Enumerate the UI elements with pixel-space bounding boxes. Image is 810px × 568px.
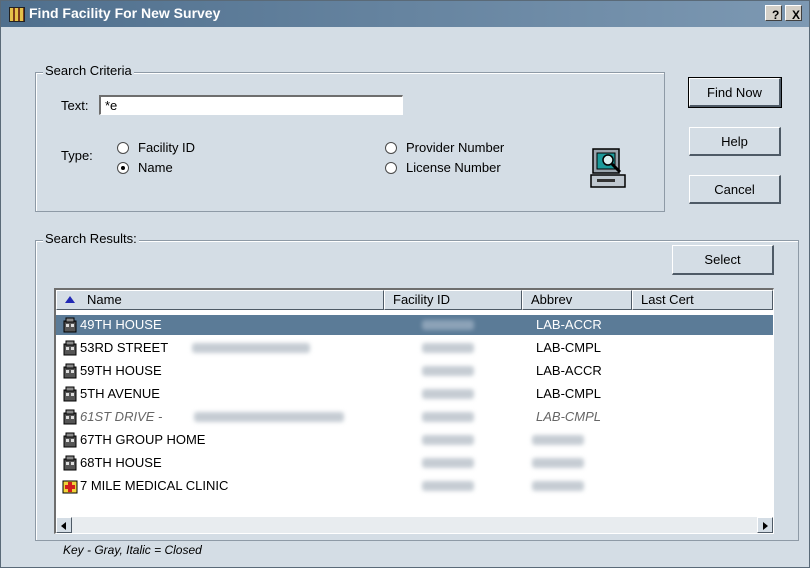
facility-name: 67TH GROUP HOME <box>80 432 206 447</box>
radio-provider-number[interactable]: Provider Number <box>385 140 504 155</box>
facility-name: 7 MILE MEDICAL CLINIC <box>80 478 229 493</box>
facility-name: 49TH HOUSE <box>80 317 162 332</box>
scroll-right-icon[interactable] <box>757 517 773 533</box>
closed-key-text: Key - Gray, Italic = Closed <box>63 543 202 557</box>
table-row[interactable]: 49TH HOUSE LAB-ACCR <box>56 315 773 335</box>
redacted-name-suffix <box>192 343 310 353</box>
scroll-left-icon[interactable] <box>56 517 72 533</box>
facility-abbrev: LAB-ACCR <box>536 363 602 378</box>
radio-label: License Number <box>406 160 501 175</box>
select-button[interactable]: Select <box>672 245 774 275</box>
facility-abbrev: LAB-CMPL <box>536 409 602 424</box>
redacted-facility-id <box>422 343 474 353</box>
radio-facility-id[interactable]: Facility ID <box>117 140 195 155</box>
search-results-legend: Search Results: <box>43 231 139 246</box>
help-title-button[interactable]: ? <box>765 5 782 22</box>
table-row[interactable]: 53RD STREET LAB-CMPL <box>56 338 773 358</box>
app-icon <box>9 7 25 22</box>
redacted-facility-id <box>422 320 474 330</box>
medical-clinic-icon <box>62 480 78 494</box>
building-icon <box>63 432 77 448</box>
find-facility-dialog: Find Facility For New Survey ? X Search … <box>0 0 810 568</box>
radio-button-selected[interactable] <box>117 161 129 174</box>
computer-search-icon <box>590 148 626 188</box>
search-text-input[interactable] <box>99 95 403 115</box>
redacted-facility-id <box>422 389 474 399</box>
building-icon <box>63 340 77 356</box>
sort-ascending-icon <box>65 296 75 303</box>
window-title: Find Facility For New Survey <box>29 5 221 21</box>
facility-abbrev: LAB-ACCR <box>536 317 602 332</box>
redacted-abbrev <box>532 458 584 468</box>
facility-abbrev: LAB-CMPL <box>536 386 602 401</box>
redacted-facility-id <box>422 366 474 376</box>
building-icon <box>63 363 77 379</box>
table-row[interactable]: 5TH AVENUE LAB-CMPL <box>56 384 773 404</box>
radio-button[interactable] <box>117 141 129 154</box>
facility-name: 59TH HOUSE <box>80 363 162 378</box>
radio-label: Name <box>138 160 173 175</box>
table-row[interactable]: 7 MILE MEDICAL CLINIC <box>56 476 773 496</box>
table-row[interactable]: 68TH HOUSE <box>56 453 773 473</box>
building-icon <box>63 409 77 425</box>
table-row[interactable]: 59TH HOUSE LAB-ACCR <box>56 361 773 381</box>
title-bar[interactable]: Find Facility For New Survey ? X <box>1 1 809 27</box>
redacted-name-suffix <box>194 412 344 422</box>
facility-name: 68TH HOUSE <box>80 455 162 470</box>
redacted-abbrev <box>532 435 584 445</box>
text-label: Text: <box>61 98 89 113</box>
radio-button[interactable] <box>385 141 397 154</box>
redacted-facility-id <box>422 435 474 445</box>
find-now-button[interactable]: Find Now <box>688 77 782 108</box>
building-icon <box>63 455 77 471</box>
radio-label: Provider Number <box>406 140 505 155</box>
cancel-button[interactable]: Cancel <box>689 175 781 204</box>
radio-license-number[interactable]: License Number <box>385 160 501 175</box>
facility-name: 5TH AVENUE <box>80 386 160 401</box>
search-criteria-legend: Search Criteria <box>43 63 134 78</box>
type-label: Type: <box>61 148 93 163</box>
facility-name: 53RD STREET <box>80 340 169 355</box>
building-icon <box>63 317 77 333</box>
redacted-facility-id <box>422 458 474 468</box>
help-button[interactable]: Help <box>689 127 781 156</box>
column-header-facility-id[interactable]: Facility ID <box>384 290 522 310</box>
column-header-abbrev[interactable]: Abbrev <box>522 290 632 310</box>
redacted-facility-id <box>422 481 474 491</box>
close-button[interactable]: X <box>785 5 802 22</box>
facility-name: 61ST DRIVE - <box>80 409 163 424</box>
building-icon <box>63 386 77 402</box>
table-row[interactable]: 61ST DRIVE - LAB-CMPL <box>56 407 773 427</box>
radio-name[interactable]: Name <box>117 160 173 175</box>
horizontal-scrollbar[interactable] <box>56 517 773 533</box>
redacted-abbrev <box>532 481 584 491</box>
column-header-name[interactable]: Name <box>56 290 384 310</box>
redacted-facility-id <box>422 412 474 422</box>
results-list[interactable]: Name Facility ID Abbrev Last Cert 49TH H… <box>54 288 774 534</box>
facility-abbrev: LAB-CMPL <box>536 340 602 355</box>
radio-label: Facility ID <box>138 140 196 155</box>
column-header-last-cert[interactable]: Last Cert <box>632 290 773 310</box>
radio-button[interactable] <box>385 161 397 174</box>
table-row[interactable]: 67TH GROUP HOME <box>56 430 773 450</box>
